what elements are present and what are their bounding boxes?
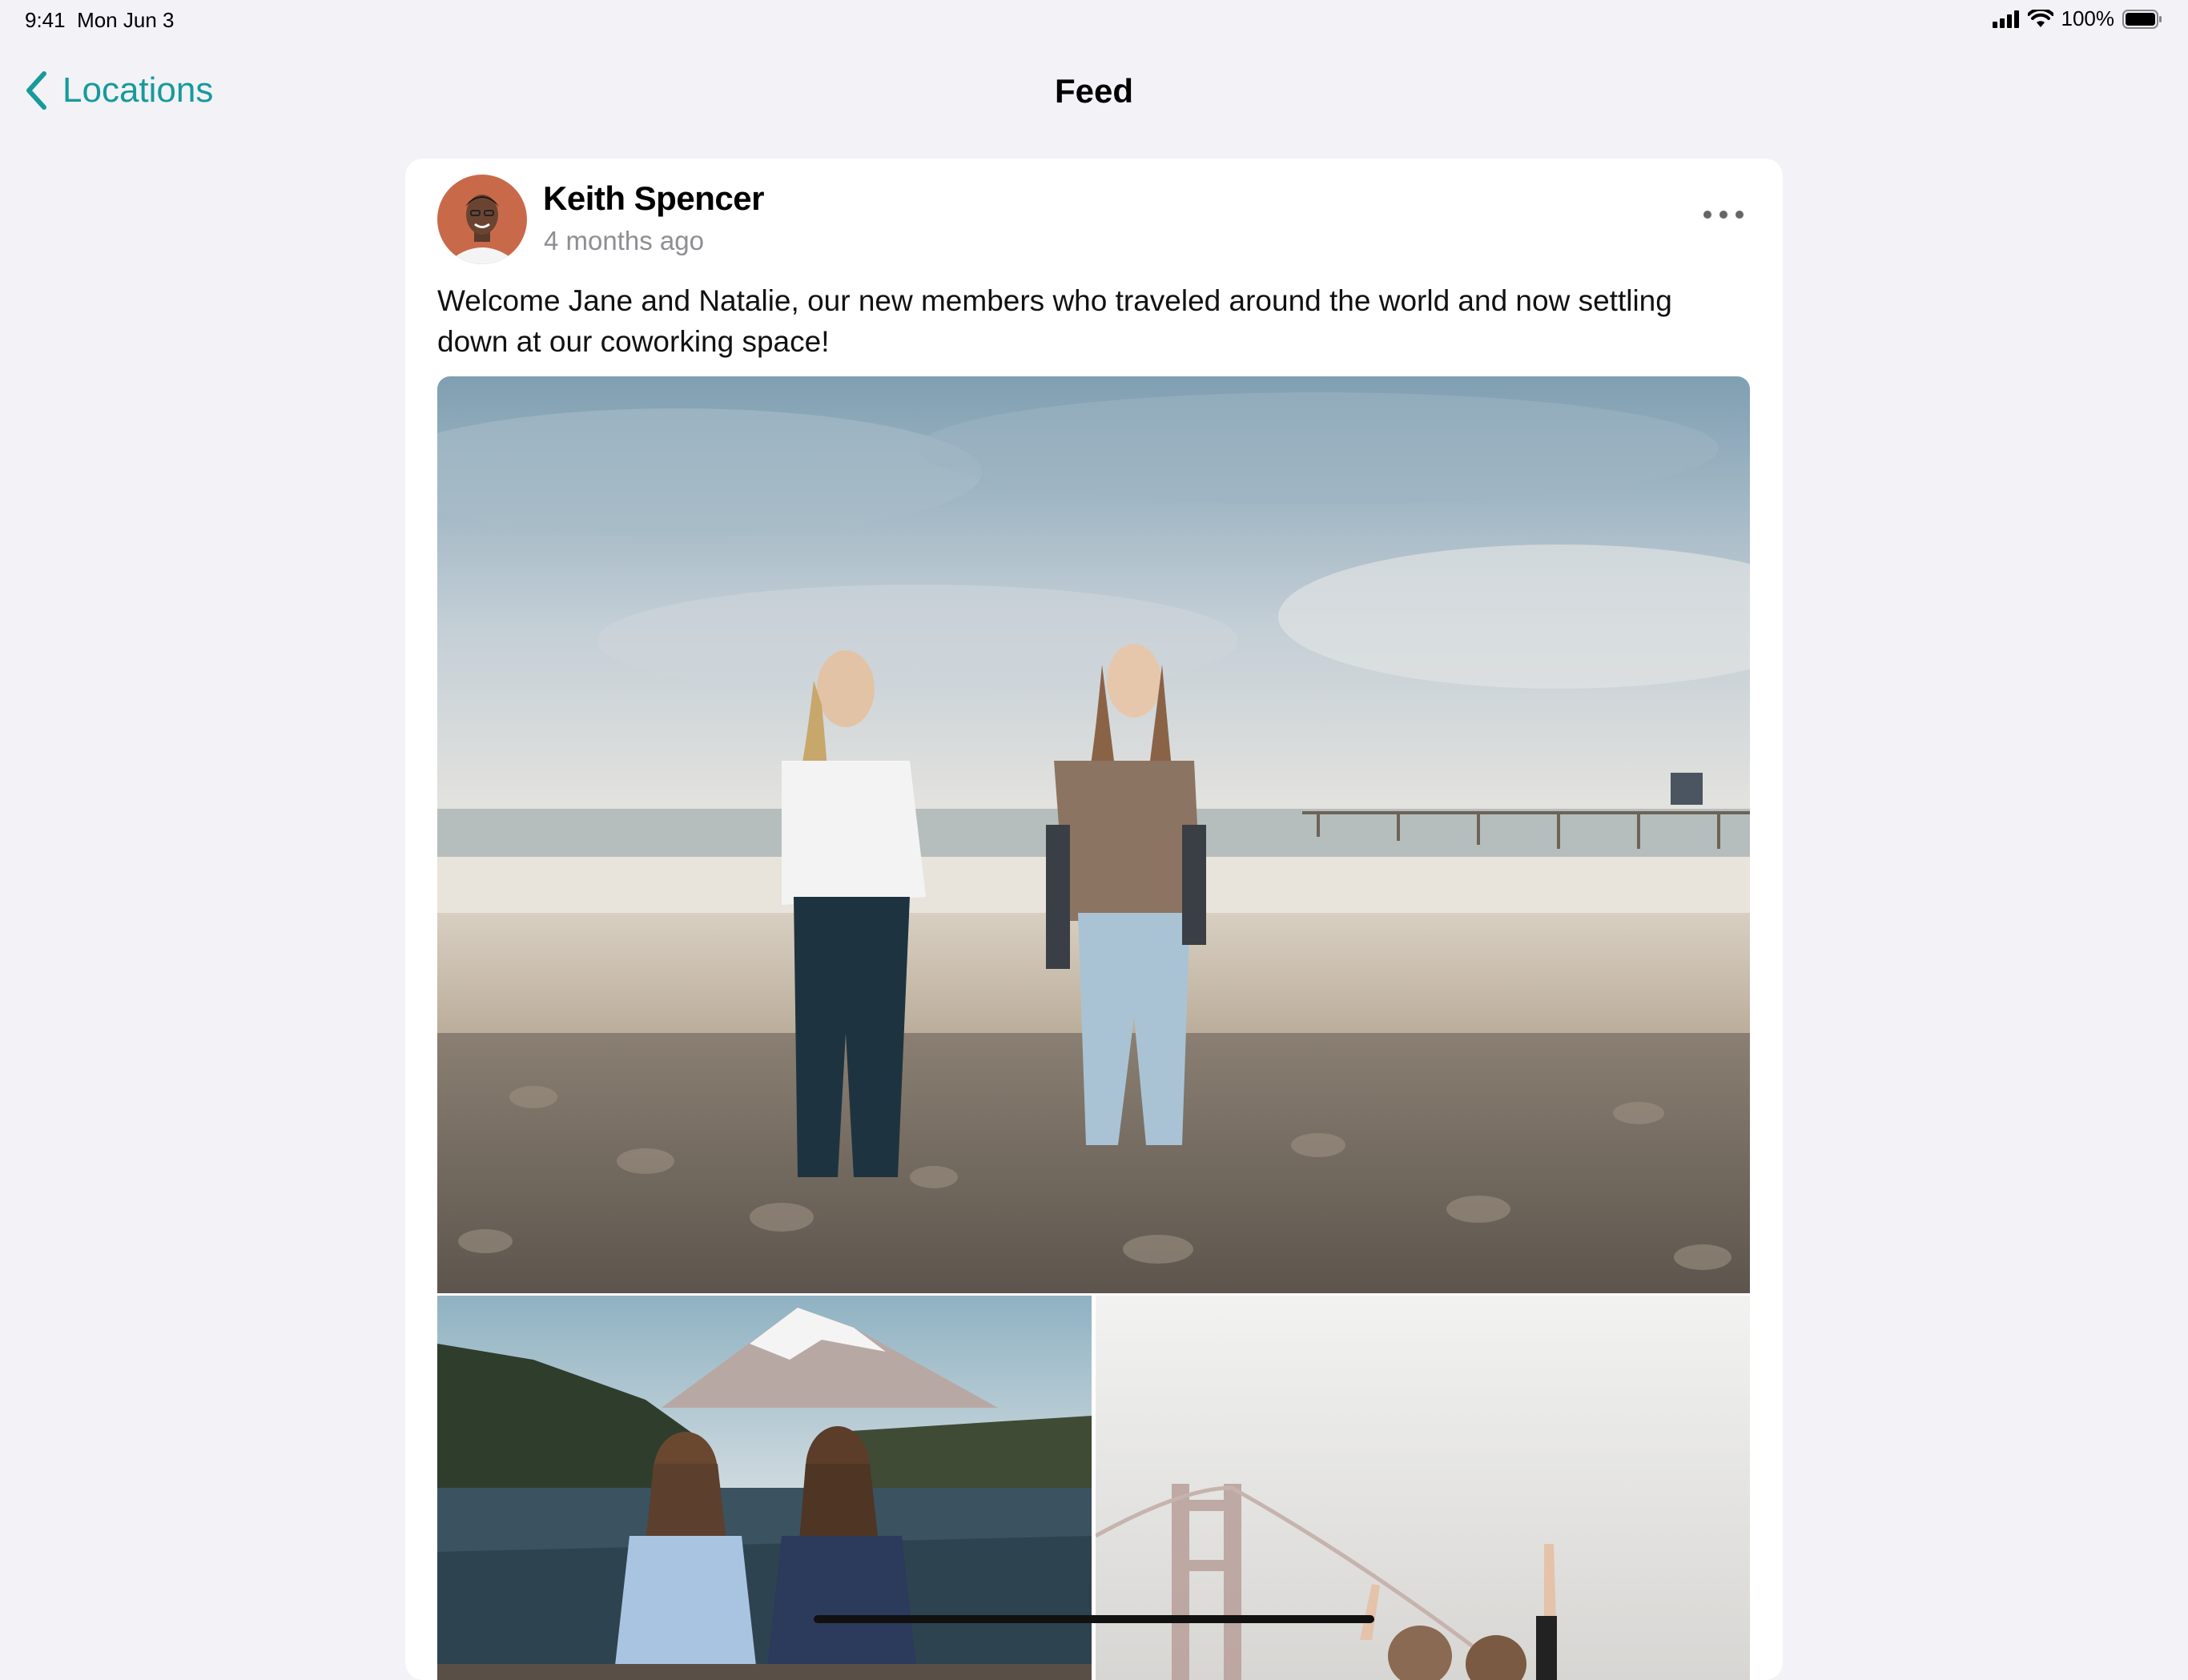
- status-clock: 9:41: [25, 8, 66, 32]
- page-title: Feed: [1054, 72, 1134, 110]
- post-card: Keith Spencer 4 months ago Welcome Jane …: [405, 159, 1783, 1680]
- battery-icon: [2122, 9, 2162, 29]
- wifi-icon: [2027, 9, 2053, 27]
- signal-icon: [1992, 10, 2019, 28]
- author-name[interactable]: Keith Spencer: [543, 179, 764, 218]
- status-date: Mon Jun 3: [77, 8, 175, 32]
- home-indicator[interactable]: [814, 1615, 1374, 1623]
- beach-photo[interactable]: [437, 376, 1750, 1293]
- ellipsis-icon: [1703, 211, 1744, 219]
- status-indicators: 100%: [1992, 6, 2163, 31]
- status-bar: 9:41 Mon Jun 3 100%: [0, 0, 2188, 38]
- post-timestamp: 4 months ago: [544, 226, 704, 255]
- avatar[interactable]: [437, 175, 527, 264]
- navigation-bar: Locations Feed: [0, 56, 2188, 128]
- battery-percent: 100%: [2061, 6, 2115, 30]
- post-text: Welcome Jane and Natalie, our new member…: [437, 284, 1672, 358]
- status-time: 9:41 Mon Jun 3: [25, 8, 174, 33]
- more-options-button[interactable]: [1701, 207, 1746, 223]
